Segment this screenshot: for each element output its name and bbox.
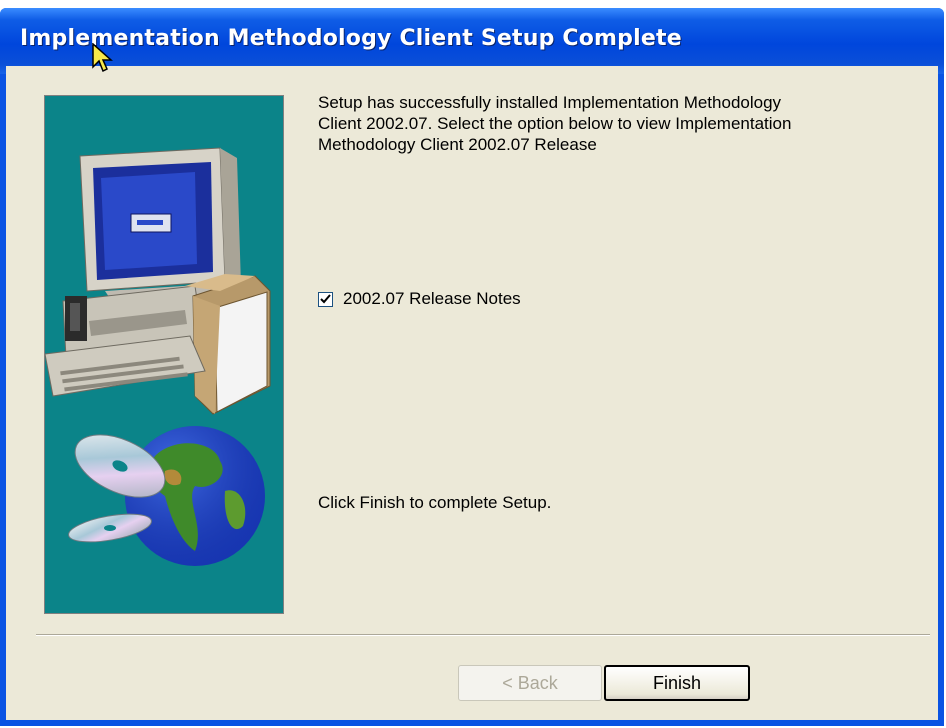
finish-instruction: Click Finish to complete Setup. xyxy=(318,493,552,512)
setup-bitmap xyxy=(44,95,284,614)
release-notes-label[interactable]: 2002.07 Release Notes xyxy=(343,289,521,309)
release-notes-option[interactable]: 2002.07 Release Notes xyxy=(318,288,521,310)
dialog-client-area: Setup has successfully installed Impleme… xyxy=(6,66,938,720)
title-bar[interactable]: Implementation Methodology Client Setup … xyxy=(0,8,944,74)
computer-globe-illustration xyxy=(45,147,271,566)
finish-button[interactable]: Finish xyxy=(604,665,750,701)
divider xyxy=(36,634,930,636)
setup-success-message: Setup has successfully installed Impleme… xyxy=(318,93,792,154)
back-button[interactable]: < Back xyxy=(458,665,602,701)
release-notes-checkbox[interactable] xyxy=(318,291,333,307)
window-title: Implementation Methodology Client Setup … xyxy=(20,26,682,51)
arrow-cursor-icon xyxy=(92,43,113,73)
setup-window: Implementation Methodology Client Setup … xyxy=(0,8,944,726)
checkmark-icon xyxy=(320,293,331,303)
